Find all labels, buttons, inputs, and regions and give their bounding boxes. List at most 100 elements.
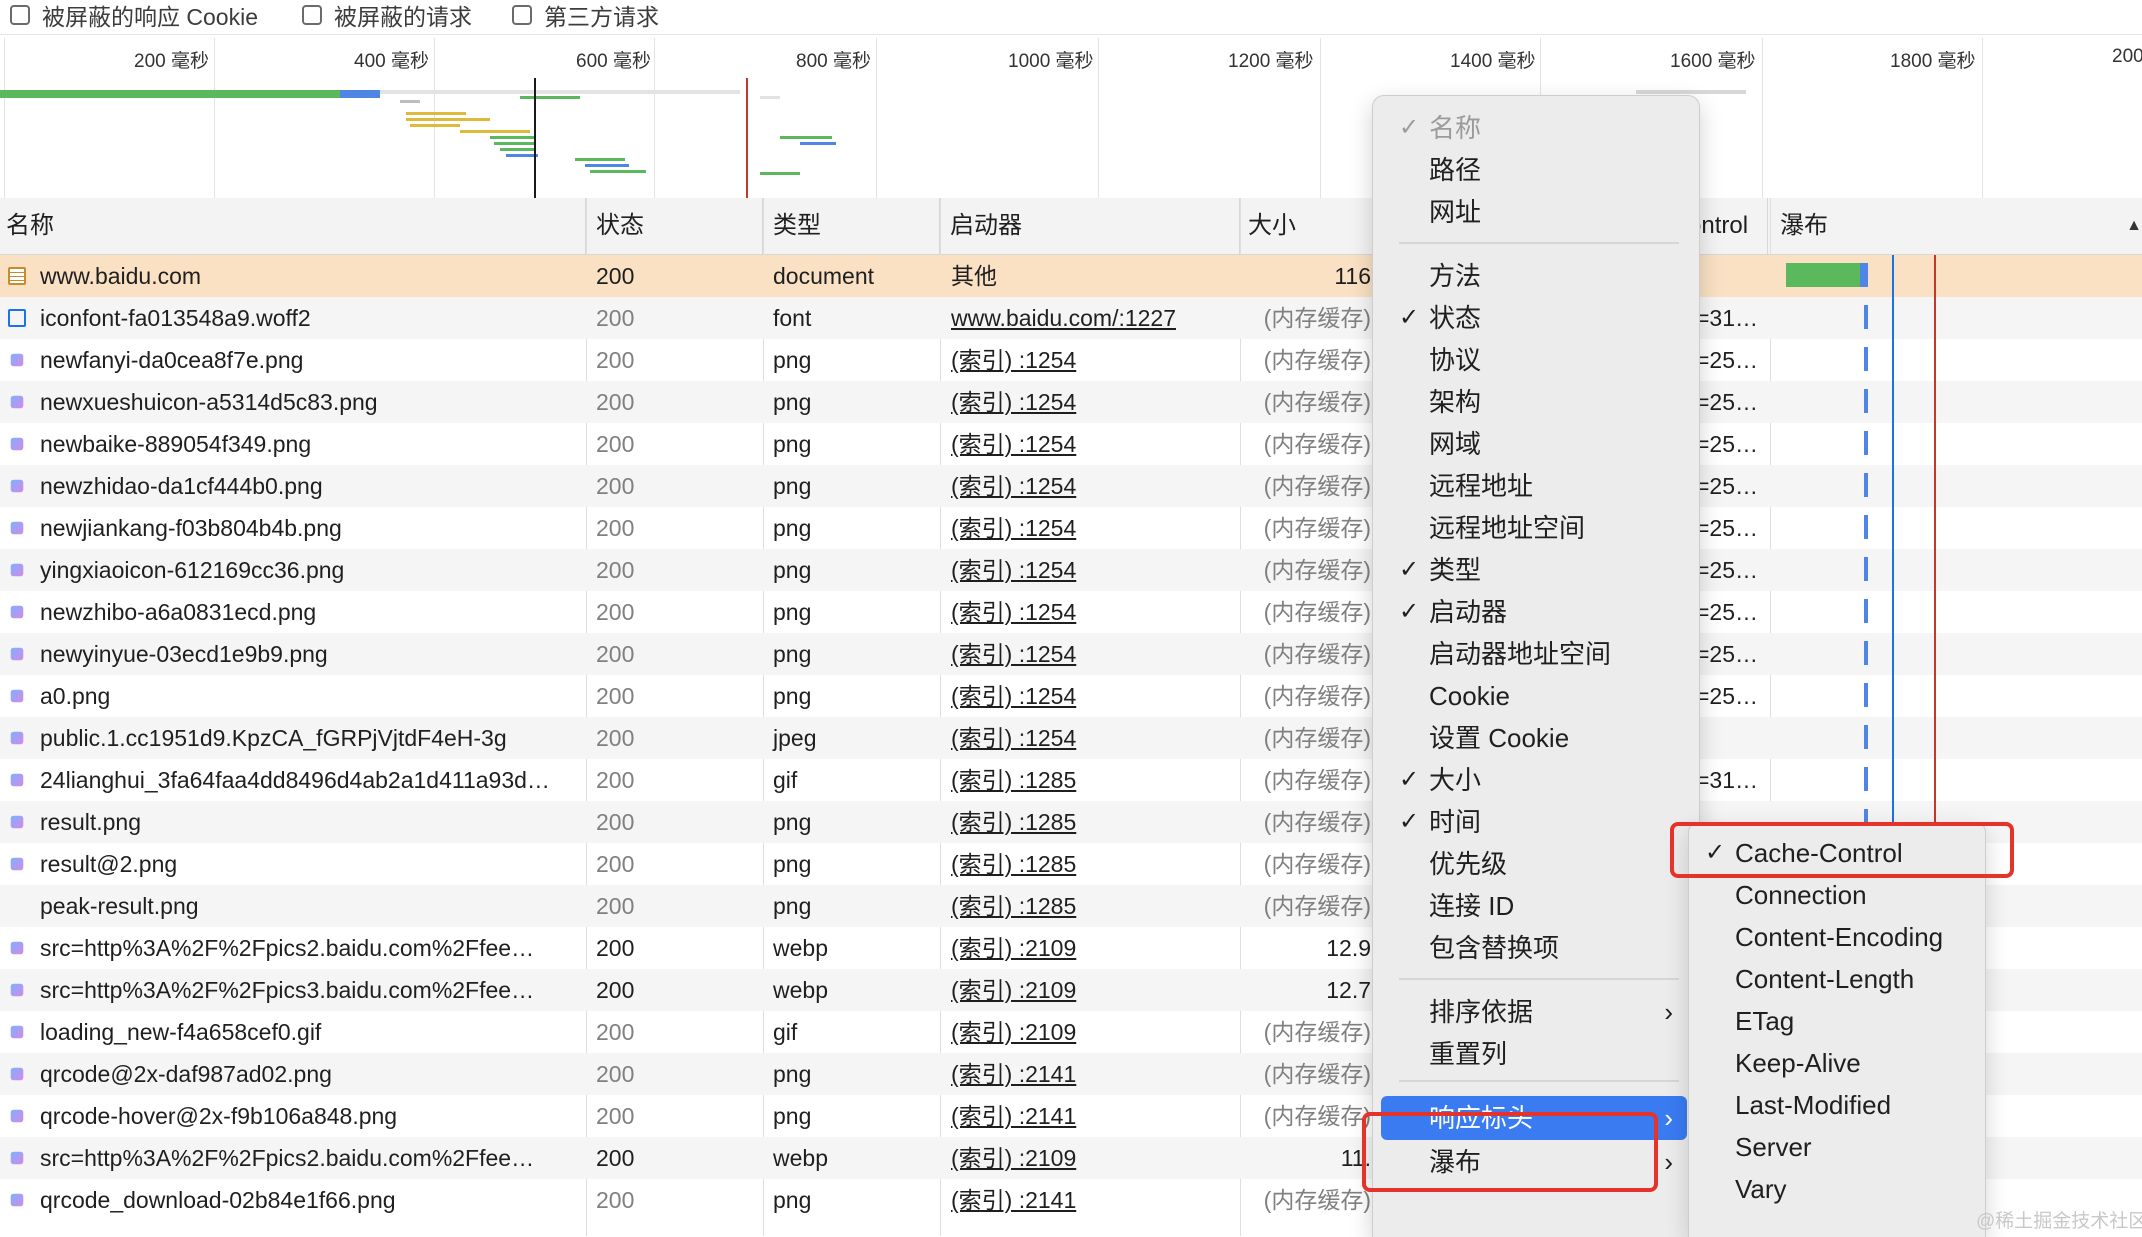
initiator-link[interactable]: (索引) :2141 <box>951 1061 1076 1087</box>
request-initiator[interactable]: (索引) :1254 <box>945 339 1235 381</box>
request-name[interactable]: public.1.cc1951d9.KpzCA_fGRPjVjtdF4eH-3g <box>0 717 586 759</box>
checkbox-box[interactable] <box>302 5 322 25</box>
initiator-link[interactable]: (索引) :1285 <box>951 851 1076 877</box>
initiator-link[interactable]: (索引) :1254 <box>951 599 1076 625</box>
table-row[interactable]: a0.png 200 png (索引) :1254 (内存缓存) =25… <box>0 675 2142 717</box>
submenu-item-6[interactable]: Last-Modified <box>1689 1083 1985 1127</box>
menu-item-17[interactable]: 优先级 <box>1381 842 1687 886</box>
menu-item-9[interactable]: 远程地址空间 <box>1381 506 1687 550</box>
initiator-link[interactable]: (索引) :1254 <box>951 557 1076 583</box>
request-name[interactable]: yingxiaoicon-612169cc36.png <box>0 549 586 591</box>
table-row[interactable]: iconfont-fa013548a9.woff2 200 font www.baid… <box>0 297 2142 339</box>
initiator-link[interactable]: (索引) :2109 <box>951 1019 1076 1045</box>
request-initiator[interactable]: (索引) :2109 <box>945 969 1235 1011</box>
column-header-status[interactable]: 状态 <box>586 198 763 254</box>
menu-item-6[interactable]: 架构 <box>1381 380 1687 424</box>
menu-item-8[interactable]: 远程地址 <box>1381 464 1687 508</box>
third-party-requests-checkbox[interactable]: 第三方请求 <box>512 0 659 30</box>
column-header-waterfall[interactable]: 瀑布 ▲ <box>1772 198 2142 254</box>
network-overview[interactable]: 200 毫秒 400 毫秒 600 毫秒 800 毫秒 1000 毫秒 1200… <box>0 38 2142 199</box>
request-name[interactable]: iconfont-fa013548a9.woff2 <box>0 297 586 339</box>
request-name[interactable]: qrcode-hover@2x-f9b106a848.png <box>0 1095 586 1137</box>
request-name[interactable]: www.baidu.com <box>0 255 586 297</box>
column-header-type[interactable]: 类型 <box>763 198 940 254</box>
submenu-item-4[interactable]: ETag <box>1689 999 1985 1043</box>
table-row[interactable]: 24lianghui_3fa64faa4dd8496d4ab2a1d411a93… <box>0 759 2142 801</box>
request-name[interactable]: result.png <box>0 801 586 843</box>
initiator-link[interactable]: (索引) :1254 <box>951 473 1076 499</box>
request-initiator[interactable]: (索引) :1285 <box>945 885 1235 927</box>
request-name[interactable]: 24lianghui_3fa64faa4dd8496d4ab2a1d411a93… <box>0 759 586 801</box>
request-initiator[interactable]: (索引) :2141 <box>945 1179 1235 1221</box>
table-row[interactable]: newyinyue-03ecd1e9b9.png 200 png (索引) :1254… <box>0 633 2142 675</box>
request-initiator[interactable]: www.baidu.com/:1227 <box>945 297 1235 339</box>
request-initiator[interactable]: (索引) :1254 <box>945 633 1235 675</box>
menu-item-14[interactable]: 设置 Cookie <box>1381 716 1687 760</box>
request-initiator[interactable]: (索引) :1254 <box>945 675 1235 717</box>
request-initiator[interactable]: (索引) :1254 <box>945 549 1235 591</box>
blocked-response-cookies-checkbox[interactable]: 被屏蔽的响应 Cookie <box>10 0 258 30</box>
initiator-link[interactable]: (索引) :1254 <box>951 515 1076 541</box>
initiator-link[interactable]: (索引) :1254 <box>951 641 1076 667</box>
menu-item-19[interactable]: 包含替换项 <box>1381 926 1687 970</box>
menu-item-3[interactable]: 方法 <box>1381 254 1687 298</box>
request-initiator[interactable]: (索引) :1254 <box>945 423 1235 465</box>
initiator-link[interactable]: (索引) :1254 <box>951 347 1076 373</box>
menu-item-21[interactable]: 重置列 <box>1381 1032 1687 1076</box>
table-row[interactable]: public.1.cc1951d9.KpzCA_fGRPjVjtdF4eH-3g… <box>0 717 2142 759</box>
checkbox-box[interactable] <box>10 5 30 25</box>
initiator-link[interactable]: (索引) :2109 <box>951 977 1076 1003</box>
blocked-requests-checkbox[interactable]: 被屏蔽的请求 <box>302 0 472 30</box>
initiator-link[interactable]: (索引) :1254 <box>951 683 1076 709</box>
request-name[interactable]: newbaike-889054f349.png <box>0 423 586 465</box>
submenu-item-8[interactable]: Vary <box>1689 1167 1985 1211</box>
request-name[interactable]: src=http%3A%2F%2Fpics2.baidu.com%2Ffee… <box>0 927 586 969</box>
request-name[interactable]: newxueshuicon-a5314d5c83.png <box>0 381 586 423</box>
request-initiator[interactable]: (索引) :2109 <box>945 1137 1235 1179</box>
table-row[interactable]: newjiankang-f03b804b4b.png 200 png (索引) :12… <box>0 507 2142 549</box>
request-initiator[interactable]: (索引) :1254 <box>945 717 1235 759</box>
request-name[interactable]: newfanyi-da0cea8f7e.png <box>0 339 586 381</box>
request-name[interactable]: src=http%3A%2F%2Fpics2.baidu.com%2Ffee… <box>0 1137 586 1179</box>
request-initiator[interactable]: (索引) :1254 <box>945 507 1235 549</box>
column-header-name[interactable]: 名称 <box>0 198 586 254</box>
request-initiator[interactable]: (索引) :1254 <box>945 591 1235 633</box>
table-row[interactable]: newxueshuicon-a5314d5c83.png 200 png (索引) :… <box>0 381 2142 423</box>
table-row[interactable]: newfanyi-da0cea8f7e.png 200 png (索引) :1254 (… <box>0 339 2142 381</box>
initiator-link[interactable]: (索引) :2109 <box>951 935 1076 961</box>
initiator-link[interactable]: (索引) :1254 <box>951 389 1076 415</box>
menu-item-7[interactable]: 网域 <box>1381 422 1687 466</box>
request-name[interactable]: peak-result.png <box>0 885 586 927</box>
table-row[interactable]: newzhibo-a6a0831ecd.png 200 png (索引) :1254 (… <box>0 591 2142 633</box>
initiator-link[interactable]: (索引) :1254 <box>951 725 1076 751</box>
menu-item-20[interactable]: 排序依据 › <box>1381 990 1687 1034</box>
request-initiator[interactable]: (索引) :2141 <box>945 1095 1235 1137</box>
request-name[interactable]: result@2.png <box>0 843 586 885</box>
request-name[interactable]: newzhidao-da1cf444b0.png <box>0 465 586 507</box>
menu-item-18[interactable]: 连接 ID <box>1381 884 1687 928</box>
menu-item-5[interactable]: 协议 <box>1381 338 1687 382</box>
request-initiator[interactable]: 其他 <box>945 255 1235 297</box>
menu-item-16[interactable]: ✓ 时间 <box>1381 800 1687 844</box>
submenu-item-3[interactable]: Content-Length <box>1689 957 1985 1001</box>
request-name[interactable]: loading_new-f4a658cef0.gif <box>0 1011 586 1053</box>
table-row[interactable]: newzhidao-da1cf444b0.png 200 png (索引) :1254… <box>0 465 2142 507</box>
initiator-link[interactable]: (索引) :1285 <box>951 767 1076 793</box>
initiator-link[interactable]: (索引) :2141 <box>951 1187 1076 1213</box>
request-initiator[interactable]: (索引) :1254 <box>945 465 1235 507</box>
request-name[interactable]: newyinyue-03ecd1e9b9.png <box>0 633 586 675</box>
checkbox-box[interactable] <box>512 5 532 25</box>
initiator-link[interactable]: 其他 <box>951 263 997 289</box>
request-name[interactable]: qrcode@2x-daf987ad02.png <box>0 1053 586 1095</box>
request-name[interactable]: a0.png <box>0 675 586 717</box>
column-header-cache-control[interactable]: ontrol <box>1688 198 1768 254</box>
table-row[interactable]: newbaike-889054f349.png 200 png (索引) :1254 (… <box>0 423 2142 465</box>
request-initiator[interactable]: (索引) :1285 <box>945 843 1235 885</box>
table-row[interactable]: yingxiaoicon-612169cc36.png 200 png (索引) :1… <box>0 549 2142 591</box>
column-header-initiator[interactable]: 启动器 <box>940 198 1240 254</box>
initiator-link[interactable]: (索引) :1285 <box>951 809 1076 835</box>
request-name[interactable]: src=http%3A%2F%2Fpics3.baidu.com%2Ffee… <box>0 969 586 1011</box>
menu-item-12[interactable]: 启动器地址空间 <box>1381 632 1687 676</box>
menu-item-2[interactable]: 网址 <box>1381 190 1687 234</box>
initiator-link[interactable]: (索引) :1285 <box>951 893 1076 919</box>
